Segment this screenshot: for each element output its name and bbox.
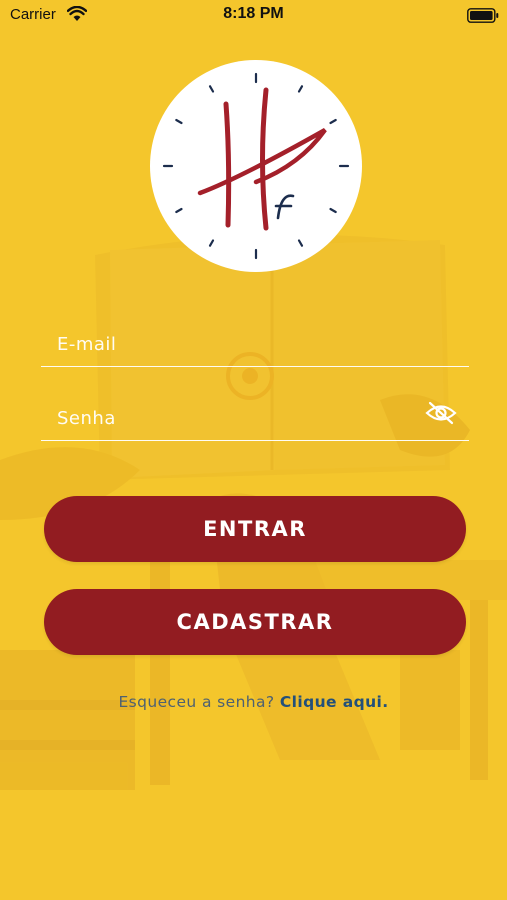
- password-input[interactable]: [55, 400, 419, 436]
- email-field[interactable]: [41, 320, 469, 367]
- app-logo: [150, 60, 362, 272]
- clock-logo-icon: [162, 72, 350, 260]
- forgot-password-link[interactable]: Clique aqui.: [280, 693, 389, 711]
- forgot-password-text: Esqueceu a senha?: [118, 693, 275, 711]
- status-bar: Carrier 8:18 PM: [0, 0, 507, 32]
- battery-icon: [467, 8, 499, 23]
- register-button[interactable]: CADASTRAR: [44, 589, 466, 655]
- password-field[interactable]: [41, 394, 469, 441]
- email-input[interactable]: [55, 326, 419, 362]
- eye-off-icon[interactable]: [425, 400, 457, 426]
- status-time: 8:18 PM: [223, 5, 284, 22]
- forgot-password-row: Esqueceu a senha? Clique aqui.: [0, 693, 507, 711]
- login-button[interactable]: ENTRAR: [44, 496, 466, 562]
